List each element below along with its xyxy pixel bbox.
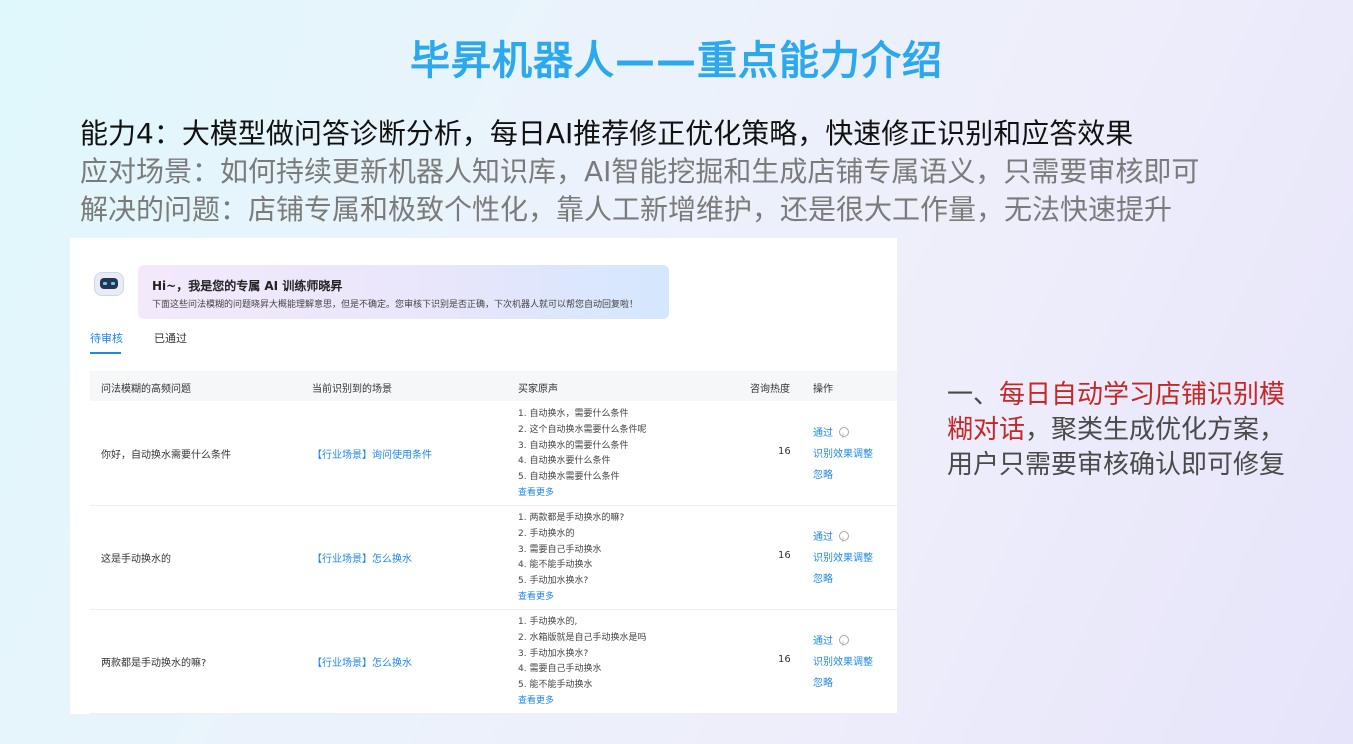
banner-title: Hi~，我是您的专属 AI 训练师晓昇 — [152, 279, 343, 293]
row-question: 你好，自动换水需要什么条件 — [101, 450, 231, 461]
col-question: 问法模糊的高频问题 — [101, 384, 191, 395]
approve-button[interactable]: 通过 — [813, 428, 833, 439]
tab-pending[interactable]: 待审核 — [90, 330, 123, 346]
view-more-link[interactable]: 查看更多 — [518, 486, 646, 502]
capability-heading: 能力4：大模型做问答诊断分析，每日AI推荐修正优化策略，快速修正识别和应答效果 — [80, 117, 1134, 150]
row-heat: 16 — [778, 654, 791, 665]
approve-button[interactable]: 通过 — [813, 532, 833, 543]
row-actions: 通过 识别效果调整 忽略 — [813, 631, 873, 694]
trainer-banner: Hi~，我是您的专属 AI 训练师晓昇 下面这些问法模糊的问题晓昇大概能理解意思… — [138, 265, 669, 319]
row-scene-link[interactable]: 【行业场景】怎么换水 — [312, 550, 412, 565]
table-row: 这是手动换水的 【行业场景】怎么换水 1. 两款都是手动换水的嘛? 2. 手动换… — [90, 505, 897, 610]
app-screenshot: Hi~，我是您的专属 AI 训练师晓昇 下面这些问法模糊的问题晓昇大概能理解意思… — [70, 238, 897, 714]
approve-button[interactable]: 通过 — [813, 636, 833, 647]
active-tab-indicator — [90, 352, 121, 354]
col-heat: 咨询热度 — [750, 384, 790, 395]
row-actions: 通过 识别效果调整 忽略 — [813, 527, 873, 590]
tab-approved[interactable]: 已通过 — [154, 330, 187, 346]
robot-avatar-icon — [92, 268, 124, 298]
row-voices: 1. 自动换水，需要什么条件 2. 这个自动换水需要什么条件呢 3. 自动换水的… — [518, 407, 646, 502]
row-heat: 16 — [778, 446, 791, 457]
table-header: 问法模糊的高频问题 当前识别到的场景 买家原声 咨询热度 操作 — [90, 371, 897, 401]
ignore-button[interactable]: 忽略 — [813, 569, 873, 590]
row-heat: 16 — [778, 550, 791, 561]
scenario-text: 应对场景：如何持续更新机器人知识库，AI智能挖掘和生成店铺专属语义，只需要审核即… — [80, 155, 1200, 188]
table-row: 两款都是手动换水的嘛? 【行业场景】怎么换水 1. 手动换水的, 2. 水箱版就… — [90, 609, 897, 714]
problem-text: 解决的问题：店铺专属和极致个性化，靠人工新增维护，还是很大工作量，无法快速提升 — [80, 193, 1173, 226]
info-icon[interactable] — [839, 634, 849, 655]
row-scene-link[interactable]: 【行业场景】询问使用条件 — [312, 446, 432, 461]
info-icon[interactable] — [839, 426, 849, 447]
slide-title: 毕昇机器人——重点能力介绍 — [410, 38, 943, 84]
view-more-link[interactable]: 查看更多 — [518, 694, 646, 710]
row-actions: 通过 识别效果调整 忽略 — [813, 423, 873, 486]
row-question: 两款都是手动换水的嘛? — [101, 658, 207, 669]
col-voices: 买家原声 — [518, 384, 558, 395]
table-row: 你好，自动换水需要什么条件 【行业场景】询问使用条件 1. 自动换水，需要什么条… — [90, 401, 897, 506]
adjust-recognition-button[interactable]: 识别效果调整 — [813, 444, 873, 465]
adjust-recognition-button[interactable]: 识别效果调整 — [813, 548, 873, 569]
col-actions: 操作 — [813, 384, 833, 395]
info-icon[interactable] — [839, 530, 849, 551]
ignore-button[interactable]: 忽略 — [813, 465, 873, 486]
row-voices: 1. 手动换水的, 2. 水箱版就是自己手动换水是吗 3. 手动加水换水? 4.… — [518, 615, 646, 710]
side-note: 一、每日自动学习店铺识别模糊对话，聚类生成优化方案，用户只需要审核确认即可修复 — [947, 378, 1287, 483]
row-scene-link[interactable]: 【行业场景】怎么换水 — [312, 654, 412, 669]
side-note-prefix: 一、 — [947, 380, 1000, 410]
view-more-link[interactable]: 查看更多 — [518, 590, 624, 606]
ignore-button[interactable]: 忽略 — [813, 673, 873, 694]
row-question: 这是手动换水的 — [101, 554, 171, 565]
row-voices: 1. 两款都是手动换水的嘛? 2. 手动换水的 3. 需要自己手动换水 4. 能… — [518, 511, 624, 606]
banner-subtitle: 下面这些问法模糊的问题晓昇大概能理解意思，但是不确定。您审核下识别是否正确，下次… — [152, 300, 639, 310]
col-scene: 当前识别到的场景 — [312, 384, 392, 395]
adjust-recognition-button[interactable]: 识别效果调整 — [813, 652, 873, 673]
